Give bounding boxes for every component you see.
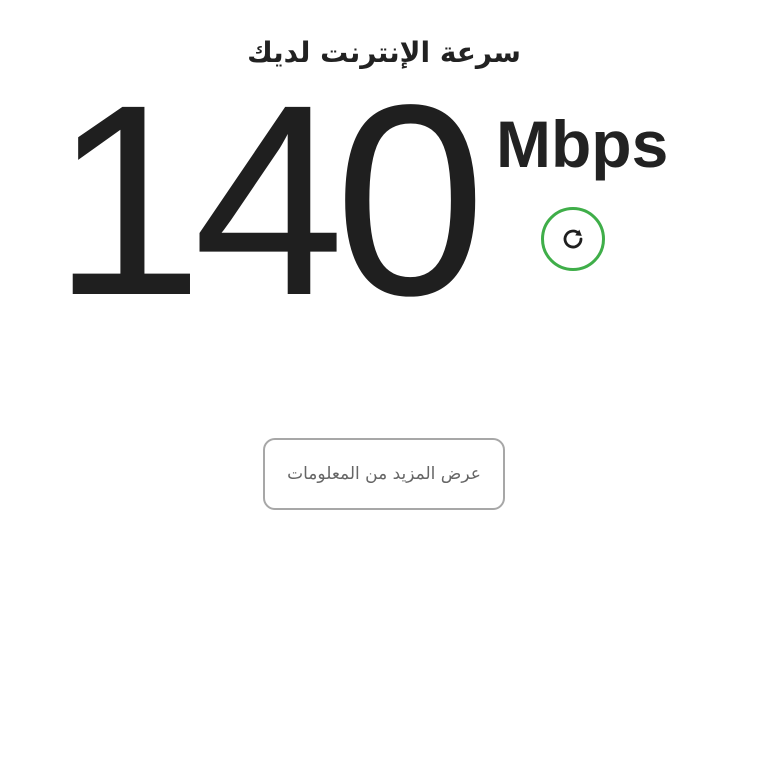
refresh-button[interactable] bbox=[541, 207, 605, 271]
refresh-icon bbox=[557, 223, 589, 255]
speed-unit: Mbps bbox=[496, 107, 669, 181]
more-info-button-label: عرض المزيد من المعلومات bbox=[287, 464, 481, 484]
speed-test-result-page: سرعة الإنترنت لديك 140 Mbps عرض المزيد م… bbox=[0, 0, 768, 768]
speed-value: 140 bbox=[52, 48, 486, 352]
more-info-button[interactable]: عرض المزيد من المعلومات bbox=[263, 438, 505, 510]
